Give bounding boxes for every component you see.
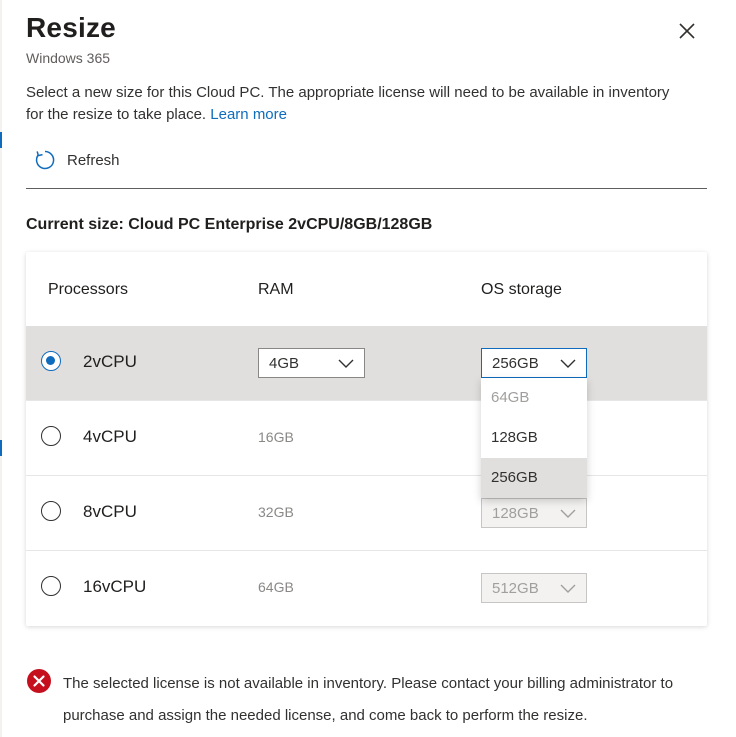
cpu-label: 8vCPU [83, 502, 137, 521]
learn-more-link[interactable]: Learn more [210, 106, 287, 123]
current-size: Current size: Cloud PC Enterprise 2vCPU/… [26, 216, 433, 233]
table-row[interactable]: 2vCPU 4GB 256GB [26, 326, 707, 400]
storage-dropdown[interactable]: 256GB [481, 348, 587, 378]
ram-dropdown-value: 4GB [269, 354, 300, 372]
refresh-button[interactable]: Refresh [33, 146, 120, 174]
table-row[interactable]: 8vCPU 32GB 128GB [26, 475, 707, 550]
background-edge-mark [0, 440, 2, 456]
storage-dropdown-disabled: 512GB [481, 573, 587, 603]
error-circle-icon [27, 669, 51, 693]
storage-dropdown-disabled: 128GB [481, 498, 587, 528]
background-panel-edge [0, 0, 2, 737]
chevron-down-icon [560, 584, 576, 593]
error-message-text: The selected license is not available in… [63, 675, 674, 724]
chevron-down-icon [560, 359, 576, 368]
ram-value: 64GB [258, 579, 294, 595]
description-text: Select a new size for this Cloud PC. The… [26, 84, 670, 123]
radio-2vcpu[interactable] [41, 351, 61, 371]
close-button[interactable] [672, 16, 702, 46]
refresh-icon [35, 150, 55, 170]
close-icon [679, 23, 695, 39]
table-row[interactable]: 4vCPU 16GB [26, 400, 707, 475]
storage-dropdown-value: 128GB [492, 504, 539, 522]
chevron-down-icon [338, 359, 354, 368]
header-os-storage: OS storage [481, 281, 562, 298]
panel-subtitle: Windows 365 [26, 50, 111, 66]
radio-4vcpu[interactable] [41, 426, 61, 446]
cpu-label: 16vCPU [83, 577, 147, 596]
table-row[interactable]: 16vCPU 64GB 512GB [26, 550, 707, 625]
radio-8vcpu[interactable] [41, 501, 61, 521]
storage-dropdown-value: 256GB [492, 354, 539, 372]
chevron-down-icon [560, 509, 576, 518]
radio-16vcpu[interactable] [41, 576, 61, 596]
panel-title: Resize [26, 12, 116, 43]
refresh-label: Refresh [67, 151, 120, 169]
storage-option-256gb[interactable]: 256GB [481, 458, 587, 498]
storage-option-64gb: 64GB [491, 389, 530, 406]
divider [26, 188, 707, 189]
storage-option-128gb[interactable]: 128GB [481, 418, 587, 458]
size-table: Processors RAM OS storage 2vCPU 4GB 256G… [26, 252, 707, 626]
cpu-label: 2vCPU [83, 352, 137, 371]
ram-dropdown[interactable]: 4GB [258, 348, 365, 378]
header-processors: Processors [48, 281, 129, 298]
header-ram: RAM [258, 281, 294, 298]
panel-description: Select a new size for this Cloud PC. The… [26, 82, 686, 126]
ram-value: 16GB [258, 429, 294, 445]
ram-value: 32GB [258, 504, 294, 520]
background-edge-mark [0, 132, 2, 148]
storage-dropdown-menu: 64GB 128GB 256GB [481, 378, 587, 498]
storage-dropdown-value: 512GB [492, 579, 539, 597]
cpu-label: 4vCPU [83, 427, 137, 446]
